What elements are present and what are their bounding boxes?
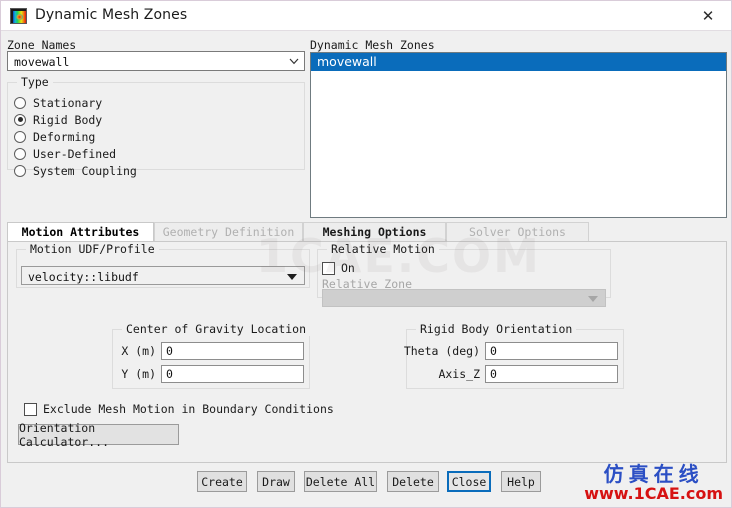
close-button[interactable]: Close <box>447 471 491 492</box>
fluent-contour-icon <box>10 8 27 24</box>
exclude-mesh-motion-label: Exclude Mesh Motion in Boundary Conditio… <box>43 402 334 416</box>
radio-stationary[interactable]: Stationary <box>14 95 102 110</box>
radio-icon <box>14 147 26 160</box>
draw-button[interactable]: Draw <box>257 471 295 492</box>
cog-x-row: X (m) 0 <box>121 342 304 360</box>
chevron-down-icon <box>287 274 297 280</box>
tab-geometry-definition[interactable]: Geometry Definition <box>154 222 303 241</box>
theta-row: Theta (deg) 0 <box>404 342 618 360</box>
relative-motion-on-checkbox[interactable]: On <box>322 261 355 275</box>
cog-x-label: X (m) <box>121 344 156 358</box>
motion-udf-group: Motion UDF/Profile velocity::libudf <box>16 242 310 288</box>
radio-icon <box>14 130 26 143</box>
center-of-gravity-group: Center of Gravity Location X (m) 0 Y (m)… <box>112 322 311 389</box>
tab-solver-options[interactable]: Solver Options <box>446 222 589 241</box>
type-group-label: Type <box>17 75 53 89</box>
cog-y-label: Y (m) <box>121 367 156 381</box>
checkbox-icon <box>322 261 335 275</box>
theta-label: Theta (deg) <box>403 344 480 358</box>
tab-meshing-options[interactable]: Meshing Options <box>303 222 446 241</box>
radio-rigid-body[interactable]: Rigid Body <box>14 112 102 127</box>
type-group: Type Stationary Rigid Body Deforming Use… <box>7 75 305 178</box>
zone-names-value: movewall <box>14 55 70 69</box>
exclude-mesh-motion-checkbox[interactable]: Exclude Mesh Motion in Boundary Conditio… <box>24 402 334 416</box>
relative-motion-on-label: On <box>341 261 355 275</box>
cog-x-input[interactable]: 0 <box>161 342 304 360</box>
radio-icon <box>14 164 26 177</box>
motion-attributes-panel: Motion UDF/Profile velocity::libudf Rela… <box>7 241 727 463</box>
zone-names-combo[interactable]: movewall <box>7 51 305 71</box>
create-button[interactable]: Create <box>197 471 247 492</box>
axis-z-row: Axis_Z 0 <box>438 365 618 383</box>
axis-z-input[interactable]: 0 <box>485 365 618 383</box>
zone-names-label: Zone Names <box>7 38 77 52</box>
chevron-down-icon <box>588 296 598 302</box>
theta-input[interactable]: 0 <box>485 342 618 360</box>
relative-motion-group: Relative Motion On Relative Zone <box>317 242 611 307</box>
radio-label: Stationary <box>33 95 103 110</box>
dynamic-mesh-zones-list[interactable]: movewall <box>310 52 727 218</box>
help-button[interactable]: Help <box>501 471 541 492</box>
center-of-gravity-group-label: Center of Gravity Location <box>122 322 311 336</box>
list-item[interactable]: movewall <box>311 53 726 71</box>
radio-label: User-Defined <box>33 146 117 161</box>
motion-udf-value: velocity::libudf <box>28 270 139 284</box>
delete-button[interactable]: Delete <box>387 471 439 492</box>
cog-y-row: Y (m) 0 <box>121 365 304 383</box>
radio-icon-selected <box>14 113 26 126</box>
dialog-button-bar: Create Draw Delete All Delete Close Help <box>1 471 731 495</box>
orientation-calculator-button[interactable]: Orientation Calculator... <box>18 421 179 449</box>
relative-zone-combo[interactable] <box>322 289 606 307</box>
window-title: Dynamic Mesh Zones <box>35 7 188 23</box>
radio-label: System Coupling <box>33 163 137 178</box>
tab-bar: Motion Attributes Geometry Definition Me… <box>7 222 727 241</box>
dynamic-mesh-zones-dialog: Dynamic Mesh Zones ✕ Zone Names movewall… <box>0 0 732 508</box>
relative-motion-group-label: Relative Motion <box>327 242 439 256</box>
title-bar: Dynamic Mesh Zones ✕ <box>1 1 731 31</box>
checkbox-icon <box>24 402 37 416</box>
radio-label: Deforming <box>33 129 96 144</box>
motion-udf-group-label: Motion UDF/Profile <box>26 242 159 256</box>
radio-system-coupling[interactable]: System Coupling <box>14 163 137 178</box>
axis-z-label: Axis_Z <box>438 367 480 381</box>
radio-deforming[interactable]: Deforming <box>14 129 95 144</box>
rigid-body-orientation-group-label: Rigid Body Orientation <box>416 322 577 336</box>
delete-all-button[interactable]: Delete All <box>304 471 377 492</box>
radio-label: Rigid Body <box>33 112 103 127</box>
chevron-down-icon <box>289 58 299 65</box>
radio-user-defined[interactable]: User-Defined <box>14 146 116 161</box>
motion-udf-combo[interactable]: velocity::libudf <box>21 266 305 285</box>
dynamic-mesh-zones-label: Dynamic Mesh Zones <box>310 38 435 52</box>
cog-y-input[interactable]: 0 <box>161 365 304 383</box>
radio-icon <box>14 96 26 109</box>
tab-motion-attributes[interactable]: Motion Attributes <box>7 222 154 241</box>
rigid-body-orientation-group: Rigid Body Orientation Theta (deg) 0 Axi… <box>404 322 624 389</box>
close-icon[interactable]: ✕ <box>685 1 731 30</box>
